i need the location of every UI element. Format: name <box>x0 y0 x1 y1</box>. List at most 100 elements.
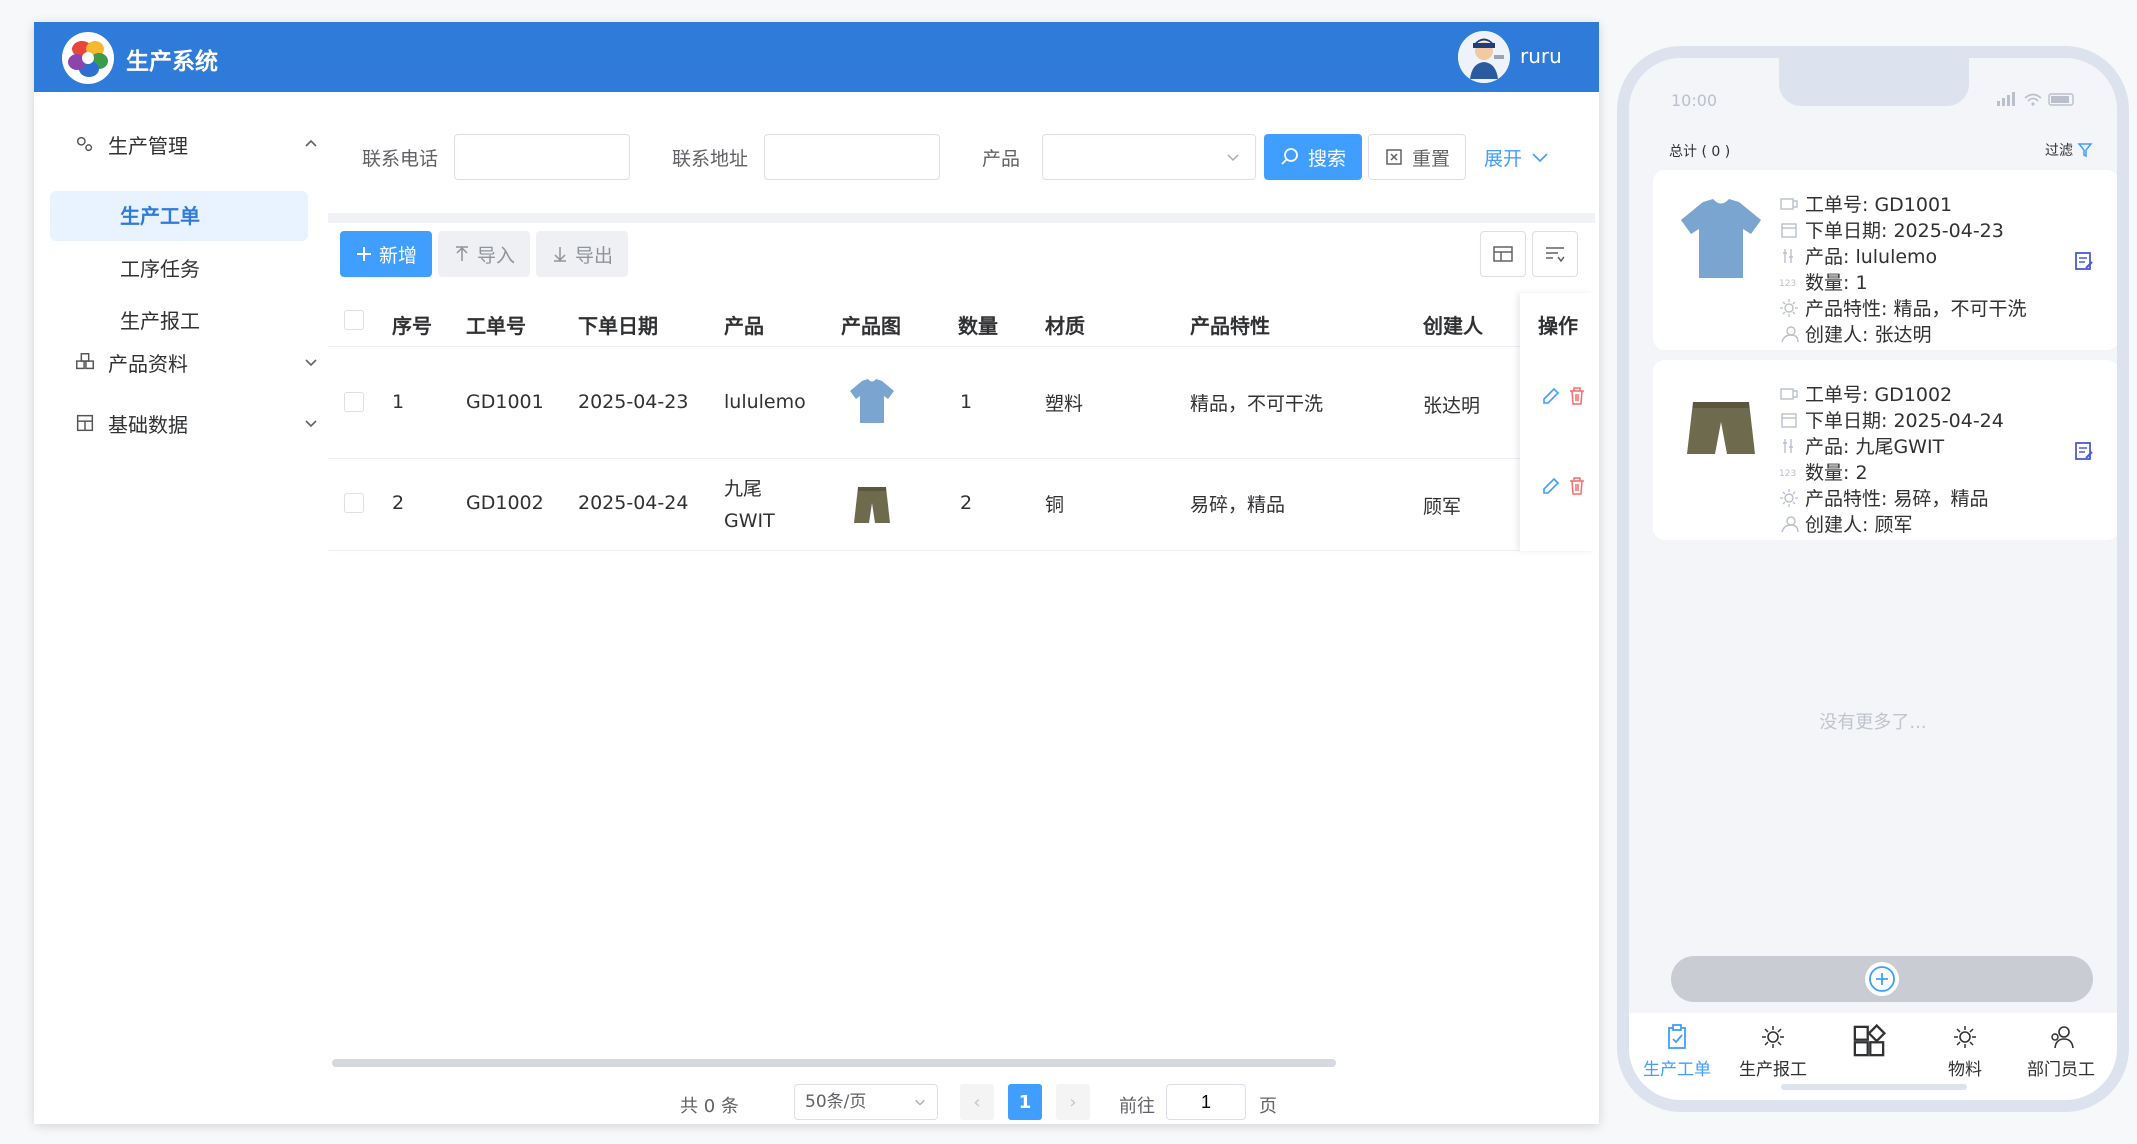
horizontal-scrollbar[interactable] <box>332 1059 1336 1067</box>
chevron-up-icon <box>305 139 317 147</box>
user-avatar[interactable] <box>1458 31 1510 83</box>
chevron-down-icon <box>1532 153 1548 163</box>
calendar-icon <box>1781 222 1797 238</box>
add-button[interactable]: 新增 <box>340 231 432 277</box>
tab-apps[interactable] <box>1821 1023 1917 1063</box>
import-button[interactable]: 导入 <box>438 231 530 277</box>
cell-index: 1 <box>392 391 405 413</box>
export-button-label: 导出 <box>574 244 613 267</box>
note-edit-icon[interactable] <box>2073 250 2095 272</box>
sidebar-item-work-order[interactable]: 生产工单 <box>50 191 308 241</box>
edit-icon[interactable] <box>1540 385 1562 407</box>
sidebar-group-label: 产品资料 <box>108 351 188 376</box>
tab-material[interactable]: 物料 <box>1917 1023 2013 1080</box>
add-button-label: 新增 <box>378 244 417 267</box>
page-number-current[interactable]: 1 <box>1008 1084 1042 1120</box>
status-icons <box>1997 92 2074 106</box>
cell-qty: 1 <box>960 391 973 413</box>
user-name[interactable]: ruru <box>1520 44 1562 68</box>
tab-label: 部门员工 <box>2027 1060 2095 1080</box>
col-index: 序号 <box>392 314 432 338</box>
tab-work-order[interactable]: 生产工单 <box>1629 1023 1725 1080</box>
col-actions: 操作 <box>1538 314 1578 338</box>
table-settings-icon <box>1493 246 1513 262</box>
table-row: 2 GD1002 2025-04-24 九尾GWIT 2 铜 易碎，精品 顾军 <box>328 459 1595 551</box>
sidebar-group-basic-data[interactable]: 基础数据 <box>74 403 317 443</box>
cell-material: 铜 <box>1045 494 1065 516</box>
cell-date: 2025-04-24 <box>578 492 689 514</box>
select-all-checkbox[interactable] <box>344 310 364 330</box>
row-checkbox[interactable] <box>344 392 364 412</box>
mobile-filter-button[interactable]: 过滤 <box>2045 140 2093 160</box>
sidebar-item-production-report[interactable]: 生产报工 <box>50 296 308 346</box>
card-order-no: 工单号: GD1001 <box>1779 190 1952 217</box>
phone-input[interactable] <box>454 134 630 180</box>
phone-label: 联系电话 <box>362 148 439 170</box>
address-input[interactable] <box>764 134 940 180</box>
table-row: 1 GD1001 2025-04-23 lululemo 1 塑料 精品，不可干… <box>328 347 1595 459</box>
clipboard-icon <box>1668 1024 1686 1049</box>
product-select[interactable] <box>1042 134 1256 180</box>
reset-button-label: 重置 <box>1411 147 1450 170</box>
mobile-order-card[interactable]: 工单号: GD1002 下单日期: 2025-04-24 产品: 九尾GWIT … <box>1653 360 2117 540</box>
cell-feature: 精品，不可干洗 <box>1190 393 1324 415</box>
svg-text:123: 123 <box>1779 469 1796 479</box>
plus-circle-icon <box>1869 966 1895 992</box>
sun-icon <box>1954 1026 1976 1048</box>
cell-order-no: GD1002 <box>466 492 544 514</box>
status-time: 10:00 <box>1671 91 1718 110</box>
import-button-label: 导入 <box>476 244 515 267</box>
cell-order-no: GD1001 <box>466 391 544 413</box>
tab-label: 生产工单 <box>1643 1060 1711 1080</box>
product-label: 产品 <box>982 148 1021 170</box>
card-product: 产品: lululemo <box>1779 242 1937 269</box>
mobile-tab-bar: 生产工单 生产报工 物料 部门员工 <box>1629 1013 2117 1100</box>
address-label: 联系地址 <box>672 148 749 170</box>
sun-icon <box>1780 488 1798 507</box>
row-checkbox[interactable] <box>344 493 364 513</box>
tab-department-staff[interactable]: 部门员工 <box>2013 1023 2109 1080</box>
cell-qty: 2 <box>960 492 973 514</box>
funnel-icon <box>2077 143 2093 158</box>
table-header: 序号 工单号 下单日期 产品 产品图 数量 材质 产品特性 创建人 <box>328 293 1595 347</box>
export-button[interactable]: 导出 <box>536 231 628 277</box>
sidebar-group-production[interactable]: 生产管理 <box>74 124 317 164</box>
tools-icon <box>1783 248 1793 263</box>
next-page-button[interactable]: › <box>1056 1084 1090 1120</box>
mobile-add-button[interactable] <box>1865 962 1899 996</box>
product-image-shorts <box>846 479 898 531</box>
close-square-icon <box>1386 149 1402 165</box>
reset-button[interactable]: 重置 <box>1368 134 1466 180</box>
svg-text:123: 123 <box>1779 279 1796 289</box>
cell-product: 九尾GWIT <box>724 478 775 532</box>
goto-page-input[interactable] <box>1166 1084 1246 1120</box>
prev-page-button[interactable]: ‹ <box>960 1084 994 1120</box>
mobile-order-card[interactable]: 工单号: GD1001 下单日期: 2025-04-23 产品: lululem… <box>1653 170 2117 350</box>
number-icon: 123 <box>1779 469 1796 479</box>
sidebar-group-product-data[interactable]: 产品资料 <box>74 342 317 382</box>
search-button-label: 搜索 <box>1307 147 1346 170</box>
delete-icon[interactable] <box>1566 475 1588 497</box>
sidebar-group-label: 生产管理 <box>108 133 188 158</box>
users-icon <box>2051 1026 2074 1049</box>
cell-material: 塑料 <box>1045 393 1084 415</box>
search-button[interactable]: 搜索 <box>1264 134 1362 180</box>
note-edit-icon[interactable] <box>2073 440 2095 462</box>
expand-button[interactable]: 展开 <box>1474 134 1560 180</box>
delete-icon[interactable] <box>1566 385 1588 407</box>
chevron-down-icon <box>915 1099 925 1106</box>
edit-icon[interactable] <box>1540 475 1562 497</box>
sidebar-item-process-task[interactable]: 工序任务 <box>50 244 308 294</box>
database-icon <box>76 414 94 432</box>
card-feature: 产品特性: 易碎，精品 <box>1779 484 1988 511</box>
user-icon <box>1781 515 1799 532</box>
filter-list-icon <box>1546 247 1565 263</box>
col-material: 材质 <box>1045 314 1085 338</box>
sidebar: 生产管理 生产工单 工序任务 生产报工 产品资料 基础数据 <box>34 92 334 1124</box>
tab-production-report[interactable]: 生产报工 <box>1725 1023 1821 1080</box>
goto-label: 前往 <box>1119 1096 1155 1117</box>
column-settings-button[interactable] <box>1480 231 1526 277</box>
mobile-add-bar <box>1671 956 2093 1002</box>
filter-settings-button[interactable] <box>1532 231 1578 277</box>
page-size-select[interactable]: 50条/页 <box>794 1084 938 1120</box>
